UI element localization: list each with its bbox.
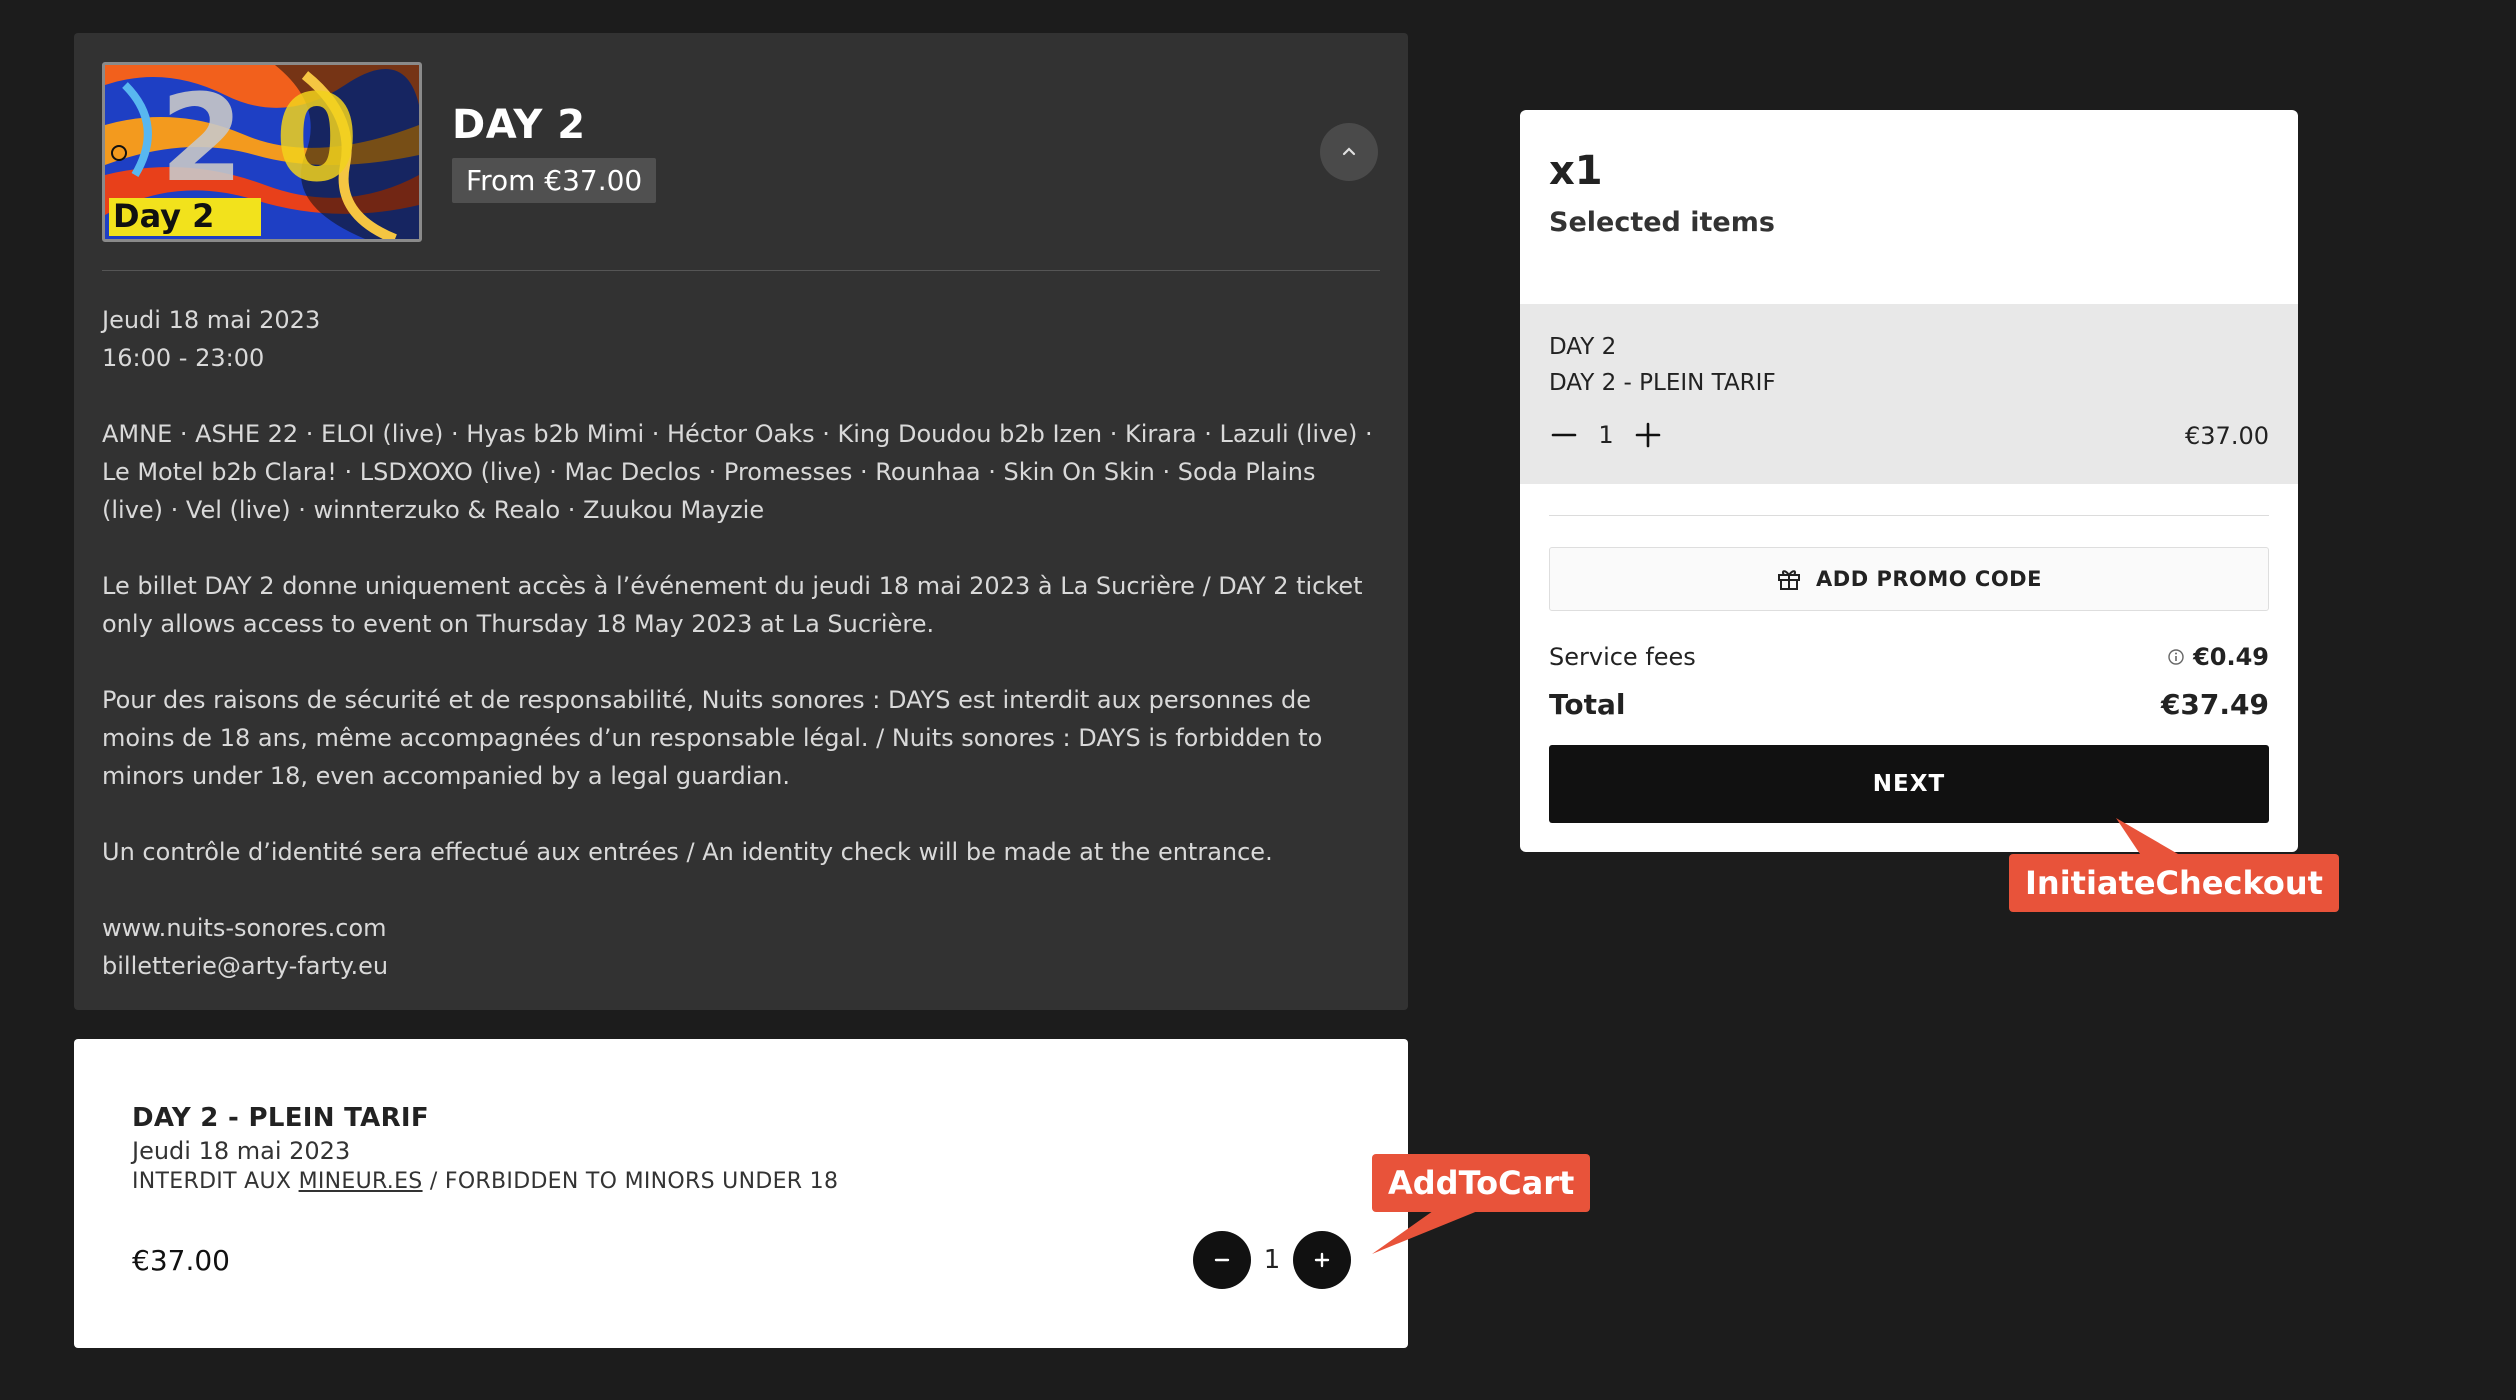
- total-row: Total €37.49: [1549, 688, 2269, 721]
- event-cover-image: 2 0 Day 2: [102, 62, 422, 242]
- minus-icon[interactable]: [1549, 420, 1579, 450]
- ticket-price: €37.00: [132, 1244, 230, 1277]
- promo-label: ADD PROMO CODE: [1816, 567, 2042, 591]
- addtocart-annotation: AddToCart: [1372, 1154, 1591, 1212]
- minus-icon: [1214, 1258, 1230, 1262]
- cart-item-ticket: DAY 2 - PLEIN TARIF: [1549, 370, 1776, 396]
- cover-lettering: Day 2: [113, 197, 215, 235]
- add-promo-code-button[interactable]: ADD PROMO CODE: [1549, 547, 2269, 611]
- cart-subtitle: Selected items: [1549, 207, 1775, 238]
- event-header: 2 0 Day 2 DAY 2 From €37.00: [102, 62, 1380, 242]
- svg-text:0: 0: [275, 70, 359, 209]
- event-date: Jeudi 18 mai 2023: [102, 306, 321, 334]
- event-email: billetterie@arty-farty.eu: [102, 952, 389, 980]
- cart-item-price: €37.00: [2185, 422, 2269, 450]
- cart-divider: [1549, 515, 2269, 516]
- event-description: Jeudi 18 mai 2023 16:00 - 23:00 AMNE · A…: [102, 301, 1380, 985]
- ticket-quantity-stepper: 1: [1193, 1231, 1351, 1289]
- collapse-button[interactable]: [1320, 123, 1378, 181]
- cart-item-quantity: 1: [1598, 421, 1614, 449]
- info-icon[interactable]: [2167, 648, 2185, 666]
- plus-icon[interactable]: [1633, 420, 1663, 450]
- event-id-note: Un contrôle d’identité sera effectué aux…: [102, 838, 1273, 866]
- total-value: €37.49: [2160, 688, 2269, 721]
- increase-quantity-button[interactable]: [1293, 1231, 1351, 1289]
- event-access-note: Le billet DAY 2 donne uniquement accès à…: [102, 572, 1363, 638]
- chevron-up-icon: [1342, 147, 1356, 156]
- event-title-block: DAY 2 From €37.00: [452, 102, 657, 203]
- cart-item-event: DAY 2: [1549, 334, 1617, 360]
- price-from-badge: From €37.00: [452, 158, 657, 203]
- gift-icon: [1778, 570, 1801, 590]
- event-lineup: AMNE · ASHE 22 · ELOI (live) · Hyas b2b …: [102, 420, 1373, 524]
- event-card: 2 0 Day 2 DAY 2 From €37.00 Jeudi 18 mai…: [74, 33, 1408, 1010]
- ticket-date: Jeudi 18 mai 2023: [132, 1137, 351, 1165]
- cart-panel: x1 Selected items DAY 2 DAY 2 - PLEIN TA…: [1520, 110, 2298, 852]
- cart-count: x1: [1549, 148, 1603, 194]
- decrease-quantity-button[interactable]: [1193, 1231, 1251, 1289]
- ticket-quantity: 1: [1263, 1245, 1281, 1275]
- restriction-prefix: INTERDIT AUX: [132, 1169, 299, 1194]
- cart-item: DAY 2 DAY 2 - PLEIN TARIF 1 €37.00: [1520, 304, 2298, 484]
- event-website: www.nuits-sonores.com: [102, 914, 387, 942]
- cart-item-stepper: 1: [1549, 420, 1663, 450]
- event-safety-note: Pour des raisons de sécurité et de respo…: [102, 686, 1323, 790]
- service-fees-row: Service fees €0.49: [1549, 643, 2269, 671]
- fees-label: Service fees: [1549, 643, 1696, 671]
- event-title: DAY 2: [452, 102, 586, 148]
- header-divider: [102, 270, 1380, 271]
- ticket-card: DAY 2 - PLEIN TARIF Jeudi 18 mai 2023 IN…: [74, 1039, 1408, 1348]
- plus-icon: [1314, 1252, 1330, 1268]
- event-time: 16:00 - 23:00: [102, 344, 265, 372]
- next-button[interactable]: NEXT: [1549, 745, 2269, 823]
- minors-link[interactable]: MINEUR.ES: [299, 1169, 423, 1194]
- ticket-restriction: INTERDIT AUX MINEUR.ES / FORBIDDEN TO MI…: [132, 1169, 1350, 1194]
- total-label: Total: [1549, 688, 1626, 721]
- initiatecheckout-annotation: InitiateCheckout: [2009, 854, 2339, 912]
- restriction-suffix: / FORBIDDEN TO MINORS UNDER 18: [422, 1169, 839, 1194]
- fees-value: €0.49: [2193, 643, 2269, 671]
- svg-text:2: 2: [160, 70, 244, 209]
- ticket-name: DAY 2 - PLEIN TARIF: [132, 1103, 429, 1133]
